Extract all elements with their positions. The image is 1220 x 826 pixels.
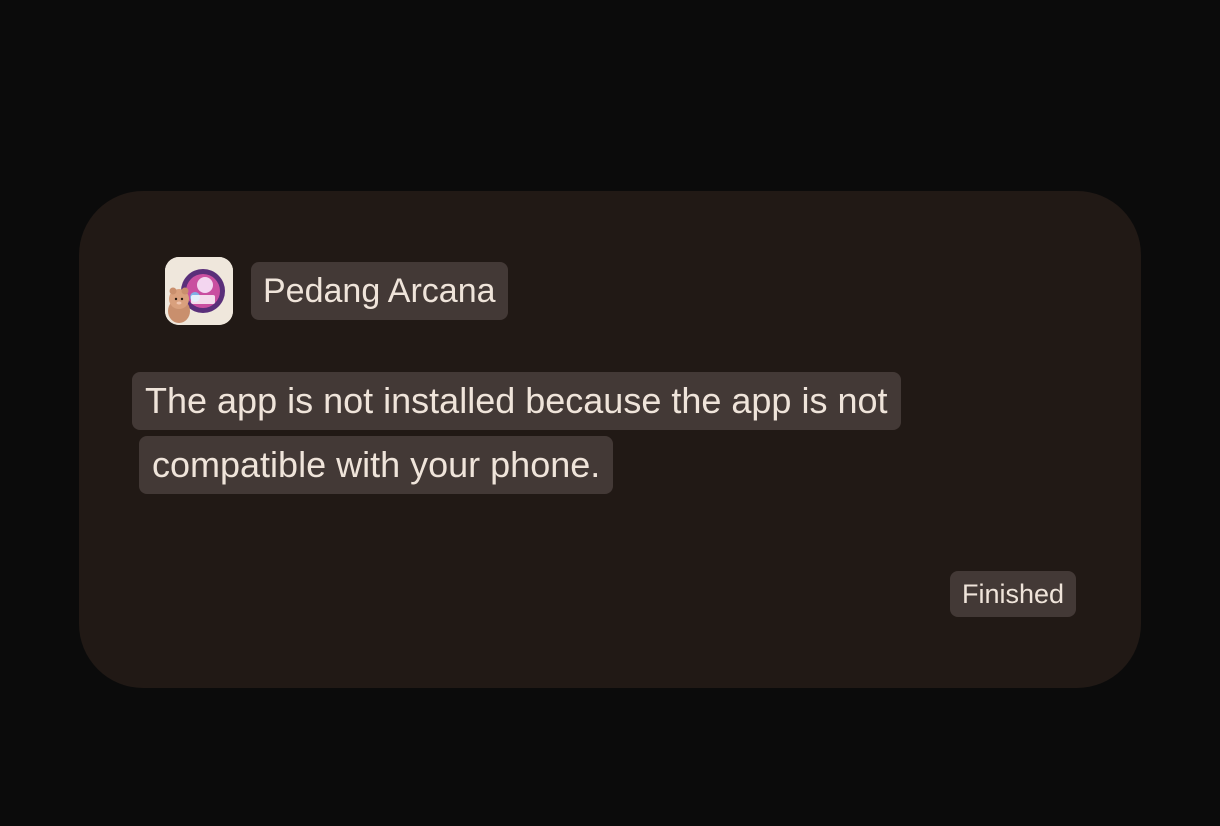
app-name: Pedang Arcana [251,262,508,320]
error-message: The app is not installed because the app… [132,372,1012,500]
error-message-line: The app is not installed because the app… [132,372,901,430]
app-header: Pedang Arcana [165,257,508,325]
error-message-line: compatible with your phone. [139,436,614,494]
finished-button[interactable]: Finished [950,571,1077,617]
install-error-dialog: Pedang Arcana The app is not installed b… [79,191,1141,688]
app-logo-icon [165,257,233,325]
screen: Pedang Arcana The app is not installed b… [0,0,1220,826]
